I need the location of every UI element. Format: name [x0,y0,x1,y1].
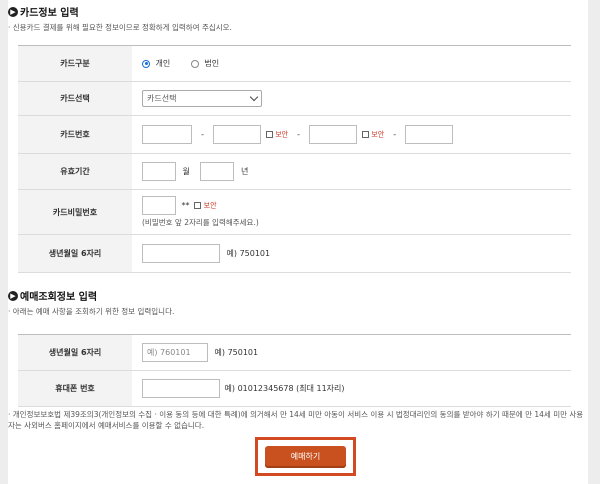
expiry-month-input[interactable] [142,162,176,181]
card-type-row: 카드구분 개인 법인 [18,45,571,82]
card-select-dropdown[interactable]: 카드선택 [142,90,262,107]
reserve-button[interactable]: 예매하기 [265,445,346,468]
card-select-label: 카드선택 [18,81,132,116]
expiry-year-input[interactable] [200,162,235,181]
lookup-birth-label: 생년월일 6자리 [18,334,132,371]
card-number-input-2[interactable] [213,125,262,144]
card-password-mask: ** [181,201,190,210]
card-info-table: 카드구분 개인 법인 카드선택 카드선택 카드번호 - 보안 - 보안 - 유효… [18,45,571,273]
expiry-year-unit: 년 [241,167,249,176]
lookup-birth-row: 생년월일 6자리 예) 760101 예) 750101 [18,334,571,371]
card-type-personal-label[interactable]: 개인 [156,59,171,68]
phone-label: 휴대폰 번호 [18,370,132,407]
lookup-birth-input[interactable]: 예) 760101 [142,343,208,362]
expiry-label: 유효기간 [18,153,132,190]
card-number-input-4[interactable] [405,125,454,144]
card-select-row: 카드선택 카드선택 [18,81,571,116]
card-password-hint: (비밀번호 앞 2자리를 입력해주세요.) [142,218,259,227]
card-number-3-secure-label: 보안 [371,130,385,139]
card-number-label: 카드번호 [18,115,132,154]
birth-example: 예) 750101 [226,249,271,258]
birth-row: 생년월일 6자리 예) 750101 [18,234,571,273]
lookup-section-description: · 아래는 예매 사항을 조회하기 위한 정보 입력입니다. [8,307,175,316]
card-number-2-secure-checkbox[interactable] [265,131,273,138]
phone-input[interactable] [142,379,220,398]
lookup-birth-example: 예) 750101 [214,348,259,357]
expiry-month-unit: 월 [182,167,190,176]
phone-example: 예) 01012345678 (최대 11자리) [224,384,345,393]
card-type-personal-radio[interactable] [142,59,150,68]
card-type-corporate-radio[interactable] [190,59,199,68]
lookup-info-table: 생년월일 6자리 예) 760101 예) 750101 휴대폰 번호 예) 0… [18,334,571,407]
card-type-label: 카드구분 [18,45,132,82]
card-number-separator: - [201,130,204,139]
card-number-input-3[interactable] [309,125,358,144]
expiry-row: 유효기간 월 년 [18,153,571,190]
birth-label: 생년월일 6자리 [18,234,132,273]
lookup-section-title: ▶ 예매조회정보 입력 [8,288,97,303]
card-password-input[interactable] [142,196,176,215]
card-number-row: 카드번호 - 보안 - 보안 - [18,115,571,154]
card-number-input-1[interactable] [142,125,192,144]
age-restriction-notice: · 개인정보보호법 제39조의3(개인정보의 수집 · 이용 동의 등에 대한 … [8,410,584,430]
section-bullet-icon: ▶ [8,290,18,301]
card-password-secure-label: 보안 [203,201,217,210]
birth-input[interactable] [142,244,220,263]
payment-panel: ▶ 카드정보 입력 · 신용카드 결제를 위해 필요한 정보이므로 정확하게 입… [8,0,588,484]
card-number-2-secure-label: 보안 [275,130,289,139]
card-number-separator: - [393,130,397,139]
chevron-down-icon [249,92,259,102]
card-number-separator: - [297,130,301,139]
card-password-label: 카드비밀번호 [18,189,132,235]
card-password-secure-checkbox[interactable] [194,202,202,209]
card-section-title: ▶ 카드정보 입력 [8,4,79,19]
card-number-3-secure-checkbox[interactable] [361,131,369,138]
card-type-corporate-label[interactable]: 법인 [204,59,219,68]
submit-highlight: 예매하기 [255,437,356,476]
card-section-description: · 신용카드 결제를 위해 필요한 정보이므로 정확하게 입력하여 주십시오. [8,23,232,32]
card-password-row: 카드비밀번호 ** 보안 (비밀번호 앞 2자리를 입력해주세요.) [18,189,571,235]
phone-row: 휴대폰 번호 예) 01012345678 (최대 11자리) [18,370,571,407]
section-bullet-icon: ▶ [8,6,18,17]
